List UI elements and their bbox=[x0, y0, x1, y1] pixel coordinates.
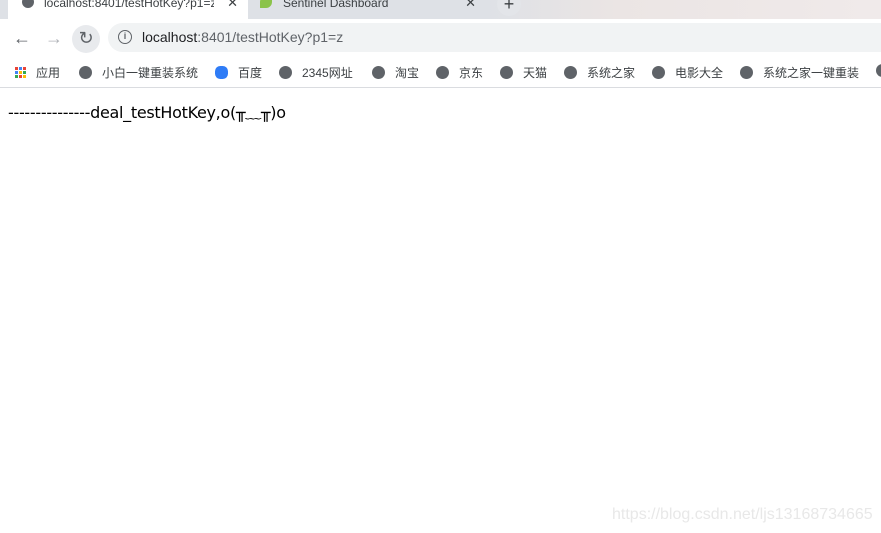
globe-icon bbox=[740, 66, 753, 79]
bookmark-label: 系统之家 bbox=[587, 66, 636, 80]
globe-icon bbox=[876, 64, 881, 77]
tab-title: localhost:8401/testHotKey?p1=z bbox=[44, 0, 214, 10]
bookmark-label: 系统之家一键重装 bbox=[763, 66, 860, 80]
bookmark-label: 淘宝 bbox=[395, 66, 420, 80]
bookmark-label: 应用 bbox=[36, 66, 61, 80]
globe-icon bbox=[500, 66, 513, 79]
bookmarks-bar: 应用 小白一键重装系统 百度 2345网址 淘宝 京东 天猫 系统之家 电影大全… bbox=[0, 57, 881, 88]
tab-testhotkey[interactable]: localhost:8401/testHotKey?p1=z ✕ bbox=[8, 0, 248, 19]
globe-icon bbox=[79, 66, 92, 79]
url-path: :8401/testHotKey?p1=z bbox=[197, 29, 344, 45]
url-host: localhost bbox=[142, 29, 198, 45]
bookmark-item[interactable]: 天猫 bbox=[500, 64, 547, 81]
globe-icon bbox=[564, 66, 577, 79]
close-tab-icon[interactable]: ✕ bbox=[227, 0, 238, 11]
bookmark-label: 天猫 bbox=[523, 66, 548, 80]
bookmark-item[interactable]: 电影大全 bbox=[652, 64, 723, 81]
bookmark-label: 小白一键重装系统 bbox=[102, 66, 199, 80]
baidu-paw-icon bbox=[215, 66, 228, 79]
bookmark-overflow[interactable] bbox=[876, 64, 881, 77]
watermark: https://blog.csdn.net/ljs13168734665 bbox=[612, 506, 873, 523]
globe-icon bbox=[652, 66, 665, 79]
sentinel-leaf-icon bbox=[260, 0, 272, 8]
globe-icon bbox=[372, 66, 385, 79]
forward-button[interactable]: → bbox=[40, 25, 68, 53]
address-bar[interactable]: i localhost:8401/testHotKey?p1=z bbox=[108, 23, 881, 52]
bookmark-label: 京东 bbox=[459, 66, 484, 80]
bookmark-item[interactable]: 2345网址 bbox=[279, 64, 353, 81]
tab-title: Sentinel Dashboard bbox=[283, 0, 389, 10]
bookmark-item[interactable]: 京东 bbox=[436, 64, 483, 81]
info-icon[interactable]: i bbox=[118, 30, 132, 44]
globe-icon bbox=[279, 66, 292, 79]
bookmark-apps[interactable]: 应用 bbox=[15, 64, 60, 81]
back-button[interactable]: ← bbox=[8, 25, 36, 53]
bookmark-label: 2345网址 bbox=[302, 66, 353, 80]
bookmark-label: 百度 bbox=[238, 66, 263, 80]
bookmark-item[interactable]: 淘宝 bbox=[372, 64, 419, 81]
bookmark-item[interactable]: 系统之家一键重装 bbox=[740, 64, 859, 81]
close-tab-icon[interactable]: ✕ bbox=[465, 0, 476, 11]
tab-sentinel-dashboard[interactable]: Sentinel Dashboard ✕ bbox=[250, 0, 486, 19]
bookmark-item[interactable]: 小白一键重装系统 bbox=[79, 64, 198, 81]
url-text[interactable]: localhost:8401/testHotKey?p1=z bbox=[142, 29, 343, 45]
bookmark-item[interactable]: 系统之家 bbox=[564, 64, 635, 81]
toolbar: ← → ↻ i localhost:8401/testHotKey?p1=z bbox=[0, 19, 881, 57]
bookmark-item[interactable]: 百度 bbox=[215, 64, 262, 81]
globe-icon bbox=[436, 66, 449, 79]
bookmark-label: 电影大全 bbox=[675, 66, 724, 80]
reload-button[interactable]: ↻ bbox=[72, 25, 100, 53]
page-response-text: ---------------deal_testHotKey,o(╥﹏╥)o bbox=[8, 103, 286, 122]
new-tab-button[interactable]: + bbox=[497, 0, 521, 16]
tab-strip: localhost:8401/testHotKey?p1=z ✕ Sentine… bbox=[0, 0, 881, 19]
globe-icon bbox=[22, 0, 34, 8]
apps-grid-icon bbox=[15, 67, 26, 78]
